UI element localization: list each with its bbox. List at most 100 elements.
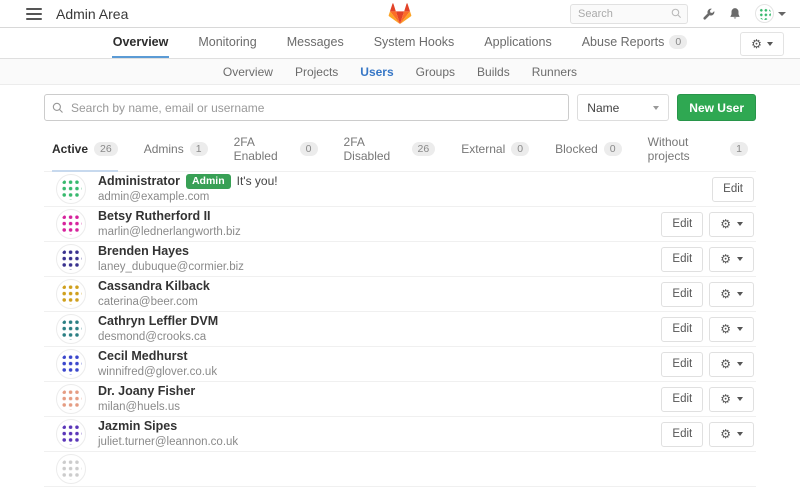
user-row-partial: [44, 452, 756, 487]
gear-icon: ⚙: [720, 393, 731, 405]
user-actions-dropdown-button[interactable]: ⚙: [709, 212, 754, 237]
overview-subnav: Overview Projects Users Groups Builds Ru…: [0, 59, 800, 85]
user-actions-dropdown-button[interactable]: ⚙: [709, 247, 754, 272]
filter-active[interactable]: Active 26: [52, 131, 118, 172]
user-email: juliet.turner@leannon.co.uk: [98, 435, 238, 449]
count-badge: 26: [94, 142, 118, 156]
user-name[interactable]: Betsy Rutherford II: [98, 209, 211, 225]
header-bar: Admin Area: [0, 0, 800, 28]
gitlab-logo-icon[interactable]: [388, 2, 412, 30]
avatar: [56, 174, 86, 204]
count-badge: 0: [300, 142, 318, 156]
admin-wrench-icon[interactable]: [701, 7, 715, 21]
avatar: [56, 244, 86, 274]
chevron-down-icon: [767, 42, 773, 46]
chevron-down-icon: [778, 12, 786, 16]
chevron-down-icon: [737, 257, 743, 261]
hamburger-menu-icon[interactable]: [26, 8, 42, 20]
edit-button[interactable]: Edit: [661, 422, 703, 447]
user-email: admin@example.com: [98, 190, 278, 204]
user-row: Brenden Hayes laney_dubuque@cormier.biz …: [44, 242, 756, 277]
user-name[interactable]: Cecil Medhurst: [98, 349, 188, 365]
admin-badge: Admin: [186, 174, 231, 189]
gear-icon: ⚙: [720, 288, 731, 300]
subnav-runners[interactable]: Runners: [532, 65, 577, 79]
tab-overview[interactable]: Overview: [112, 28, 170, 58]
user-actions-dropdown-button[interactable]: ⚙: [709, 317, 754, 342]
search-icon: [52, 102, 64, 114]
gear-icon: ⚙: [720, 218, 731, 230]
filter-external[interactable]: External 0: [461, 131, 529, 172]
avatar: [56, 384, 86, 414]
user-email: winnifred@glover.co.uk: [98, 365, 217, 379]
user-email: caterina@beer.com: [98, 295, 210, 309]
edit-button[interactable]: Edit: [712, 177, 754, 202]
filter-admins[interactable]: Admins 1: [144, 131, 208, 172]
user-name[interactable]: Cassandra Kilback: [98, 279, 210, 295]
user-actions-dropdown-button[interactable]: ⚙: [709, 352, 754, 377]
admin-nav-tabs: Overview Monitoring Messages System Hook…: [0, 28, 800, 59]
user-menu[interactable]: [755, 4, 786, 23]
subnav-users[interactable]: Users: [360, 65, 393, 79]
subnav-overview[interactable]: Overview: [223, 65, 273, 79]
count-badge: 0: [511, 142, 529, 156]
notifications-bell-icon[interactable]: [728, 7, 742, 21]
edit-button[interactable]: Edit: [661, 247, 703, 272]
subnav-projects[interactable]: Projects: [295, 65, 338, 79]
tab-applications[interactable]: Applications: [483, 28, 552, 58]
tab-system-hooks[interactable]: System Hooks: [373, 28, 456, 58]
settings-dropdown-button[interactable]: ⚙: [740, 32, 784, 56]
count-badge: 0: [604, 142, 622, 156]
user-name[interactable]: Cathryn Leffler DVM: [98, 314, 218, 330]
sort-by-select[interactable]: Name: [577, 94, 669, 121]
user-row: Cassandra Kilback caterina@beer.com Edit…: [44, 277, 756, 312]
tab-messages[interactable]: Messages: [286, 28, 345, 58]
user-actions-dropdown-button[interactable]: ⚙: [709, 387, 754, 412]
chevron-down-icon: [737, 222, 743, 226]
count-badge: 26: [412, 142, 436, 156]
user-row: Betsy Rutherford II marlin@lednerlangwor…: [44, 207, 756, 242]
avatar: [56, 419, 86, 449]
chevron-down-icon: [653, 106, 659, 110]
user-row: Dr. Joany Fisher milan@huels.us Edit ⚙: [44, 382, 756, 417]
current-user-avatar: [755, 4, 774, 23]
gear-icon: ⚙: [751, 38, 762, 50]
search-icon: [671, 8, 682, 19]
avatar: [56, 209, 86, 239]
chevron-down-icon: [737, 397, 743, 401]
user-actions-dropdown-button[interactable]: ⚙: [709, 282, 754, 307]
edit-button[interactable]: Edit: [661, 387, 703, 412]
chevron-down-icon: [737, 327, 743, 331]
filter-2fa-enabled[interactable]: 2FA Enabled 0: [234, 131, 318, 172]
tab-abuse-reports[interactable]: Abuse Reports 0: [581, 28, 689, 58]
user-name[interactable]: Jazmin Sipes: [98, 419, 177, 435]
chevron-down-icon: [737, 432, 743, 436]
filter-2fa-disabled[interactable]: 2FA Disabled 26: [344, 131, 436, 172]
filter-without-projects[interactable]: Without projects 1: [648, 131, 748, 172]
avatar: [56, 279, 86, 309]
count-badge: 1: [730, 142, 748, 156]
user-name[interactable]: Brenden Hayes: [98, 244, 189, 260]
count-badge: 1: [190, 142, 208, 156]
edit-button[interactable]: Edit: [661, 317, 703, 342]
user-list: Administrator Admin It's you! admin@exam…: [44, 172, 756, 487]
edit-button[interactable]: Edit: [661, 352, 703, 377]
user-email: milan@huels.us: [98, 400, 195, 414]
abuse-reports-count-badge: 0: [669, 35, 687, 49]
edit-button[interactable]: Edit: [661, 212, 703, 237]
user-email: marlin@lednerlangworth.biz: [98, 225, 241, 239]
subnav-groups[interactable]: Groups: [416, 65, 455, 79]
tab-monitoring[interactable]: Monitoring: [197, 28, 257, 58]
user-row: Jazmin Sipes juliet.turner@leannon.co.uk…: [44, 417, 756, 452]
user-row: Administrator Admin It's you! admin@exam…: [44, 172, 756, 207]
subnav-builds[interactable]: Builds: [477, 65, 510, 79]
user-actions-dropdown-button[interactable]: ⚙: [709, 422, 754, 447]
user-name[interactable]: Dr. Joany Fisher: [98, 384, 195, 400]
gear-icon: ⚙: [720, 358, 731, 370]
new-user-button[interactable]: New User: [677, 94, 756, 121]
user-email: laney_dubuque@cormier.biz: [98, 260, 244, 274]
user-name[interactable]: Administrator: [98, 174, 180, 190]
user-search-input[interactable]: [44, 94, 569, 121]
edit-button[interactable]: Edit: [661, 282, 703, 307]
filter-blocked[interactable]: Blocked 0: [555, 131, 622, 172]
